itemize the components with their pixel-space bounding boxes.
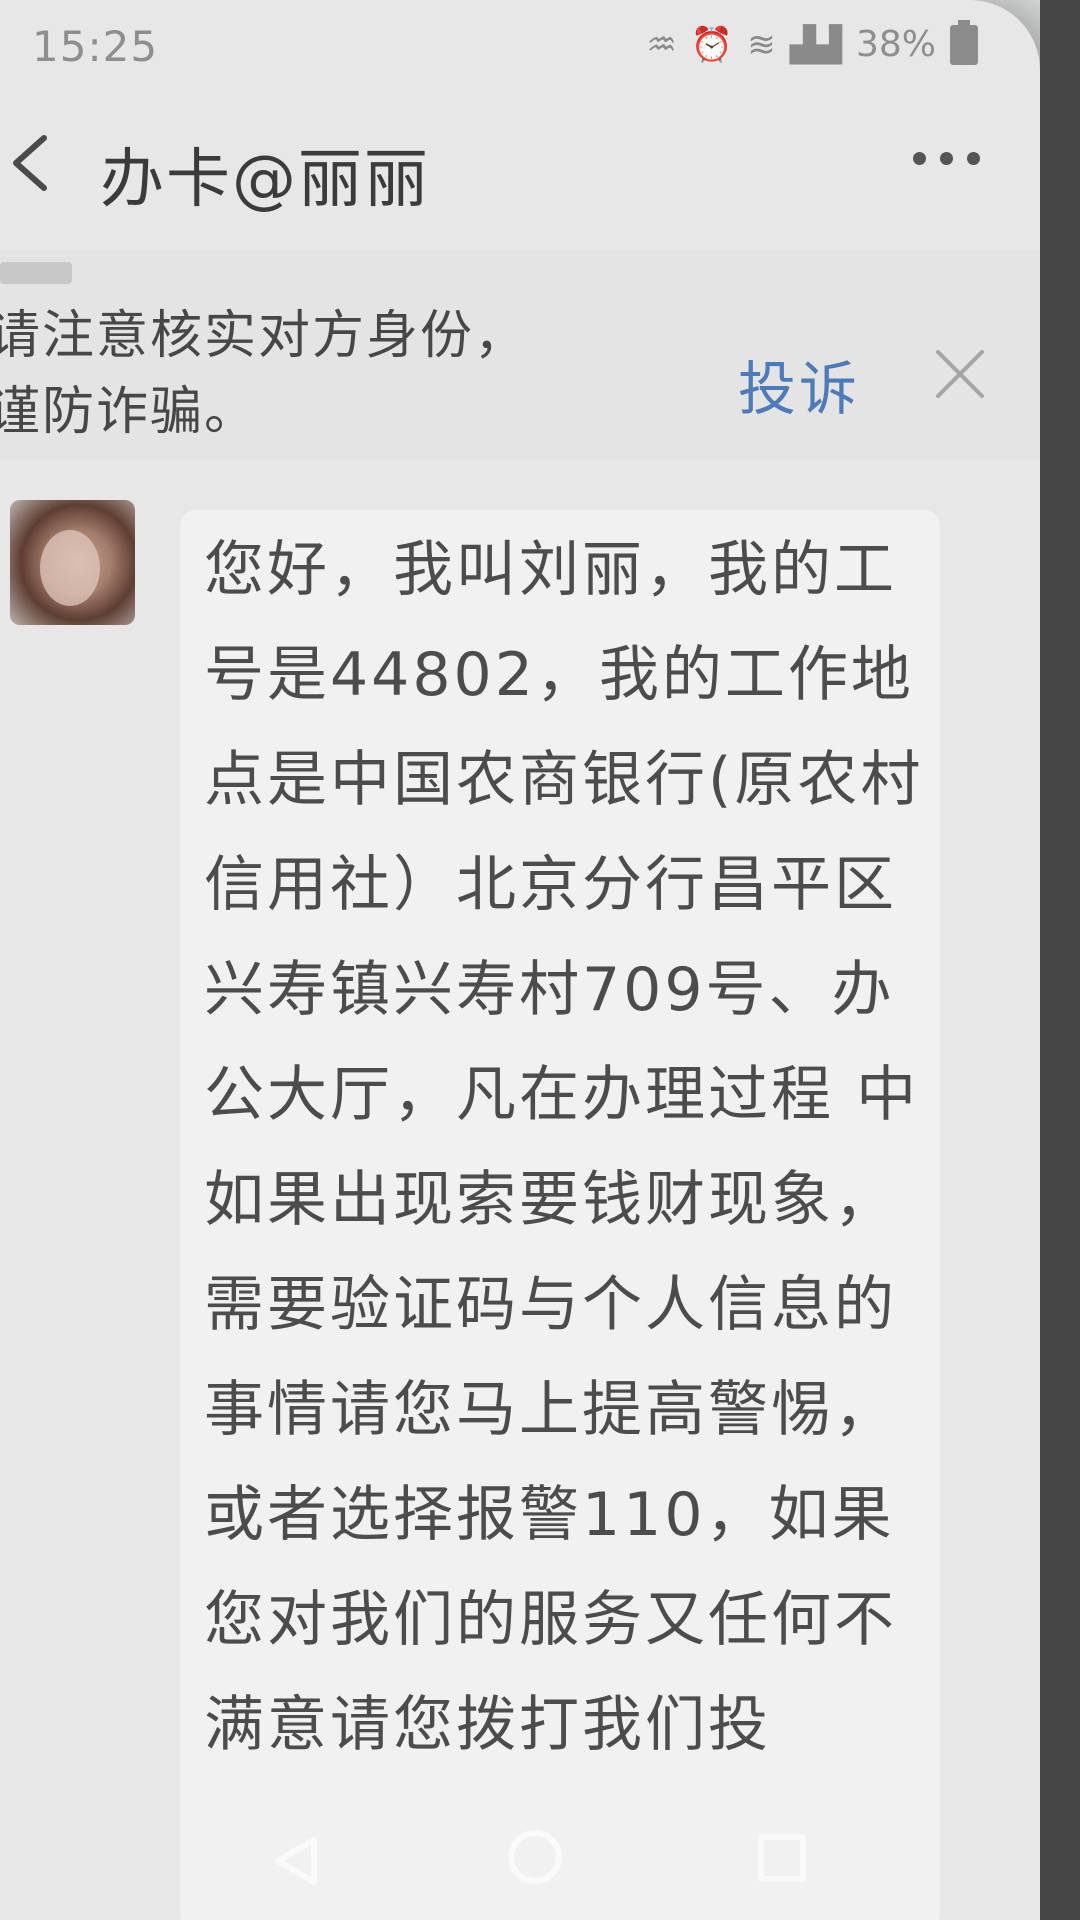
contact-avatar[interactable] [10,500,135,625]
more-dot [940,152,953,165]
wifi-icon: ≋ [747,24,776,65]
nfc-icon: ♒ [646,24,677,65]
complain-link[interactable]: 投诉 [738,342,860,426]
warning-tag-icon [0,262,72,284]
device-edge [1040,0,1080,1920]
chat-header: 办卡@丽丽 [0,110,1040,220]
status-time: 15:25 [32,22,159,71]
message-bubble[interactable]: 您好，我叫刘丽，我的工号是44802，我的工作地点是中国农商银行(原农村信用社）… [180,510,940,1920]
battery-icon [950,19,978,65]
more-dot [967,152,980,165]
nav-home-icon[interactable] [508,1830,562,1884]
nav-back-icon[interactable] [270,1834,324,1888]
more-dot [913,152,926,165]
signal-icon: ▟▟ [789,24,842,65]
navigation-bar [0,1790,1040,1920]
status-icons: ♒ ⏰ ≋ ▟▟ 38% [646,19,978,65]
status-bar: 15:25 ♒ ⏰ ≋ ▟▟ 38% [0,0,1040,100]
fraud-warning-banner: 请注意核实对方身份， 谨防诈骗。 投诉 [0,250,1040,460]
warning-text: 请注意核实对方身份， 谨防诈骗。 [0,298,668,450]
nav-recent-apps-icon[interactable] [758,1834,806,1882]
battery-percent: 38% [855,24,936,65]
warning-line-2: 谨防诈骗。 [0,382,259,442]
close-icon[interactable] [932,346,988,402]
message-text: 您好，我叫刘丽，我的工号是44802，我的工作地点是中国农商银行(原农村信用社）… [204,535,924,1760]
chat-title: 办卡@丽丽 [100,143,430,217]
alarm-icon: ⏰ [690,24,734,65]
back-arrow-icon[interactable] [2,128,62,198]
more-options-icon[interactable] [913,152,980,165]
phone-screen: 15:25 ♒ ⏰ ≋ ▟▟ 38% 办卡@丽丽 请注意核实对方身份， 谨防诈骗… [0,0,1040,1920]
warning-line-1: 请注意核实对方身份， [0,306,529,366]
